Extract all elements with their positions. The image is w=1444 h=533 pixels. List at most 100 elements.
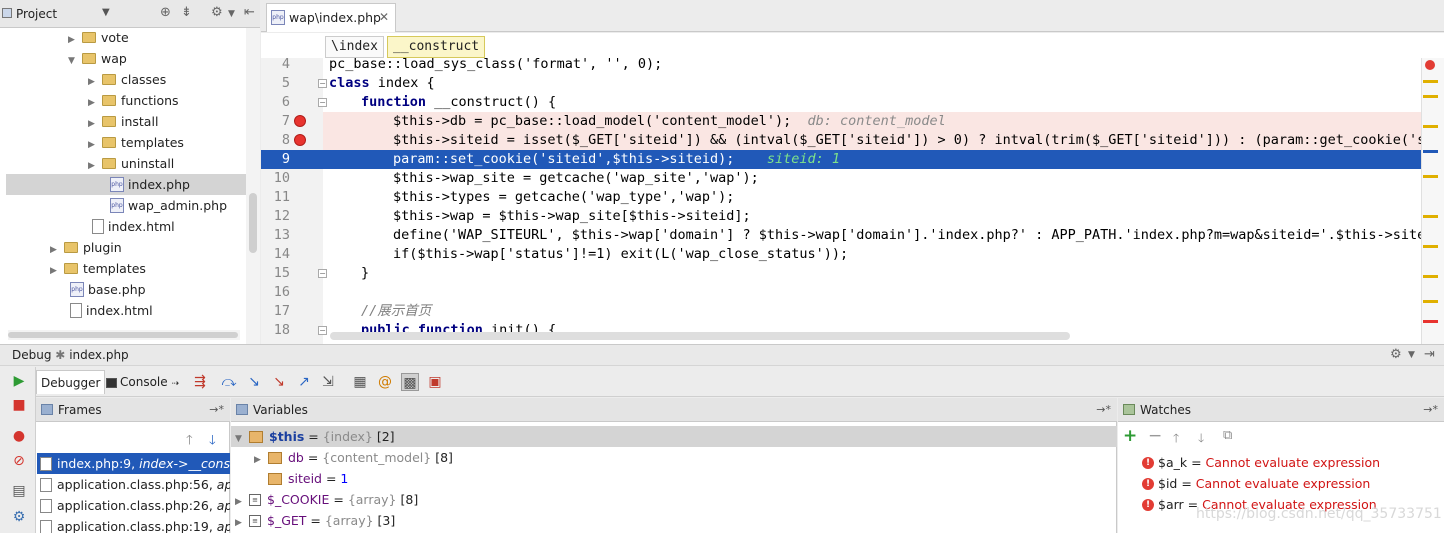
settings-dropdown-icon[interactable]: ▼ (1408, 350, 1415, 360)
warning-marker[interactable] (1423, 215, 1438, 218)
watch-row[interactable]: ! $a_k = Cannot evaluate expression (1142, 452, 1380, 473)
code-text: param::set_cookie('siteid',$this->siteid… (393, 151, 735, 167)
tree-item-classes[interactable]: ▶ classes (88, 69, 166, 90)
chevron-down-icon[interactable]: ▼ (102, 7, 110, 18)
breakpoint-icon[interactable] (294, 115, 306, 127)
remove-watch-icon[interactable]: − (1148, 426, 1162, 446)
tree-item-index-html-root[interactable]: index.html (70, 300, 153, 321)
move-down-icon[interactable]: 🡓 (209, 431, 216, 453)
collapse-arrow-icon[interactable]: ▼ (68, 51, 82, 72)
fold-marker-icon[interactable]: − (318, 326, 327, 335)
frame-file-icon (40, 519, 52, 533)
show-execution-point-icon[interactable]: ⇶ (191, 373, 209, 391)
move-down-icon[interactable]: 🡓 (1198, 429, 1204, 450)
watch-error: Cannot evaluate expression (1195, 476, 1371, 491)
tree-item-templates[interactable]: ▶ templates (88, 132, 184, 153)
project-title[interactable]: Project (16, 7, 57, 21)
warning-marker[interactable] (1423, 80, 1438, 83)
add-watch-icon[interactable]: + (1123, 426, 1137, 446)
editor-horizontal-scrollbar[interactable] (330, 332, 1070, 340)
pin-icon[interactable]: →* (1423, 398, 1438, 422)
editor-tab-index-php[interactable]: php wap\index.php ✕ (266, 3, 396, 32)
step-out-icon[interactable]: ↗ (295, 373, 313, 391)
step-into-icon[interactable]: ↘ (245, 373, 263, 391)
hide-panel-icon[interactable]: ⇤ (244, 5, 255, 20)
tree-item-base-php[interactable]: php base.php (70, 279, 146, 300)
resume-icon[interactable]: ▶ (11, 373, 27, 389)
tree-item-uninstall[interactable]: ▶ uninstall (88, 153, 174, 174)
watch-row[interactable]: ! $id = Cannot evaluate expression (1142, 473, 1370, 494)
mute-breakpoints-icon[interactable]: ⊘ (11, 453, 27, 469)
current-line-marker[interactable] (1423, 150, 1438, 153)
tree-item-plugin[interactable]: ▶ plugin (50, 237, 122, 258)
tree-item-wap-admin-php[interactable]: php wap_admin.php (110, 195, 227, 216)
code-line-13: define('WAP_SITEURL', $this->wap['domain… (393, 226, 1421, 245)
dump-icon[interactable]: ▣ (426, 373, 444, 391)
move-up-icon[interactable]: 🡑 (1173, 429, 1179, 450)
expand-arrow-icon[interactable]: ▶ (50, 261, 64, 282)
pin-icon[interactable]: →* (209, 398, 224, 422)
error-indicator-icon[interactable] (1425, 60, 1435, 70)
pin-icon[interactable]: →* (1096, 398, 1111, 422)
collapse-arrow-icon[interactable]: ▼ (235, 429, 249, 450)
tree-item-templates-root[interactable]: ▶ templates (50, 258, 146, 279)
evaluate-expression-icon[interactable]: ▦ (351, 373, 369, 391)
collapse-all-icon[interactable]: ⇟ (181, 5, 192, 20)
variable-row[interactable]: ▶ ≡ $_COOKIE = {array} [8] (235, 489, 418, 510)
debug-toolbar: Debugger Console ⇢ ⇶ ⤼ ↘ ↘ ↗ ⇲ ▦ @ ▩ ▣ (36, 367, 1444, 397)
close-icon[interactable]: ✕ (379, 4, 389, 31)
warning-marker[interactable] (1423, 95, 1438, 98)
tree-item-vote[interactable]: ▶ vote (68, 27, 129, 48)
project-vertical-scrollbar[interactable] (246, 28, 260, 344)
variable-row[interactable]: ▶ db = {content_model} [8] (254, 447, 453, 468)
expand-arrow-icon[interactable]: ▶ (235, 513, 249, 533)
warning-marker[interactable] (1423, 245, 1438, 248)
line-number: 17 (273, 303, 290, 319)
error-marker[interactable] (1423, 320, 1438, 323)
settings-dropdown-icon[interactable]: ▼ (228, 9, 235, 19)
tab-console[interactable]: Console ⇢ (102, 370, 183, 394)
variable-name: db (288, 450, 304, 465)
tree-item-functions[interactable]: ▶ functions (88, 90, 179, 111)
restore-layout-icon[interactable]: ▩ (401, 373, 419, 391)
copy-icon[interactable]: ⧉ (1223, 428, 1232, 443)
scrollbar-thumb[interactable] (8, 332, 238, 338)
stop-icon[interactable]: ■ (11, 397, 27, 413)
warning-marker[interactable] (1423, 175, 1438, 178)
fold-marker-icon[interactable]: − (318, 269, 327, 278)
tree-item-wap[interactable]: ▼ wap (68, 48, 127, 69)
variable-row[interactable]: siteid = 1 (254, 468, 348, 489)
frame-row[interactable]: application.class.php:26, application->_… (37, 495, 230, 516)
warning-marker[interactable] (1423, 300, 1438, 303)
tab-debugger[interactable]: Debugger (36, 370, 106, 394)
layout-icon[interactable]: ▤ (11, 483, 27, 499)
step-over-icon[interactable]: ⤼ (220, 373, 238, 391)
variable-name: $this (269, 429, 305, 444)
tree-item-install[interactable]: ▶ install (88, 111, 158, 132)
variable-row[interactable]: ▼ $this = {index} [2] (231, 426, 1117, 447)
fold-marker-icon[interactable]: − (318, 98, 327, 107)
variable-row[interactable]: ▶ ≡ $_GET = {array} [3] (235, 510, 395, 531)
tree-item-index-html[interactable]: index.html (92, 216, 175, 237)
frame-row[interactable]: index.php:9, index->__construct (37, 453, 230, 474)
warning-marker[interactable] (1423, 275, 1438, 278)
watch-icon[interactable]: @ (376, 373, 394, 391)
move-up-icon[interactable]: 🡑 (186, 431, 193, 453)
gear-icon[interactable]: ⚙ (1390, 347, 1402, 362)
frame-row[interactable]: application.class.php:56, application->i… (37, 474, 230, 495)
warning-marker[interactable] (1423, 125, 1438, 128)
gear-icon[interactable]: ⚙ (211, 5, 223, 20)
settings-icon[interactable]: ⚙ (11, 509, 27, 525)
project-horizontal-scrollbar[interactable] (8, 330, 240, 340)
hide-panel-icon[interactable]: ⇥ (1424, 347, 1435, 362)
scrollbar-thumb[interactable] (249, 193, 257, 253)
tree-item-index-php[interactable]: php index.php (6, 174, 246, 195)
locate-icon[interactable]: ⊕ (160, 5, 171, 20)
force-step-into-icon[interactable]: ↘ (270, 373, 288, 391)
fold-marker-icon[interactable]: − (318, 79, 327, 88)
breakpoint-icon[interactable] (294, 134, 306, 146)
view-breakpoints-icon[interactable]: ● (11, 428, 27, 444)
run-to-cursor-icon[interactable]: ⇲ (319, 373, 337, 391)
watch-error: Cannot evaluate expression (1205, 455, 1381, 470)
frame-row[interactable]: application.class.php:19, application->_… (37, 516, 230, 533)
